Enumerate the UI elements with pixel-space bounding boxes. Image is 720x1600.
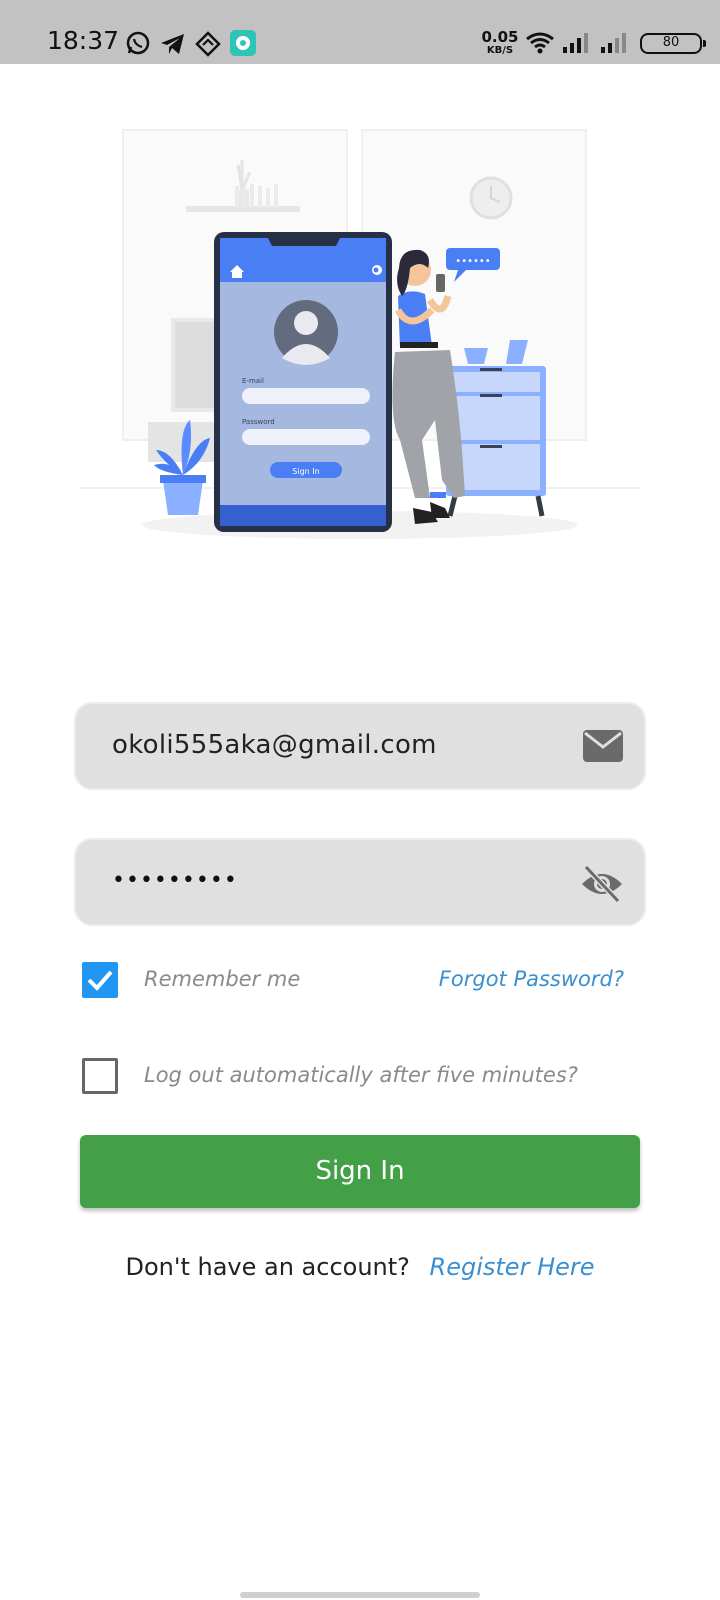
sign-in-button[interactable]: Sign In bbox=[80, 1135, 640, 1208]
forgot-password-link[interactable]: Forgot Password? bbox=[439, 967, 624, 991]
auto-logout-checkbox[interactable] bbox=[82, 1058, 118, 1094]
register-link[interactable]: Register Here bbox=[430, 1253, 595, 1281]
remember-me-label: Remember me bbox=[144, 967, 301, 991]
check-icon bbox=[87, 970, 113, 991]
net-speed: 0.05 KB/S bbox=[480, 30, 520, 56]
speech-bubble-text: •••••• bbox=[455, 256, 490, 267]
register-row: Don't have an account? Register Here bbox=[0, 1253, 720, 1281]
login-illustration: E-mail Password Sign In •••••• bbox=[80, 129, 640, 539]
visibility-off-icon[interactable] bbox=[580, 864, 624, 904]
auto-logout-label: Log out automatically after five minutes… bbox=[144, 1063, 578, 1087]
phone-password-label: Password bbox=[242, 418, 275, 426]
status-bar: 18:37 0.05 KB/S 80 bbox=[0, 0, 720, 64]
password-value: ••••••••• bbox=[112, 868, 238, 893]
location-app-icon bbox=[195, 31, 221, 57]
net-speed-value: 0.05 bbox=[481, 28, 519, 46]
whatsapp-icon bbox=[126, 31, 150, 55]
telegram-icon bbox=[161, 34, 184, 54]
mail-icon bbox=[583, 730, 623, 762]
remember-me-checkbox[interactable] bbox=[82, 962, 118, 998]
battery-icon: 80 bbox=[640, 33, 706, 54]
wifi-icon bbox=[526, 32, 554, 54]
teal-app-icon bbox=[230, 30, 256, 56]
net-speed-unit: KB/S bbox=[486, 45, 514, 56]
phone-email-label: E-mail bbox=[242, 377, 264, 385]
email-value: okoli555aka@gmail.com bbox=[112, 730, 437, 760]
password-field[interactable]: ••••••••• bbox=[74, 838, 646, 926]
phone-signin-label: Sign In bbox=[292, 467, 319, 476]
signal-icon bbox=[563, 33, 588, 53]
home-indicator[interactable] bbox=[240, 1592, 480, 1598]
signal-icon-2 bbox=[601, 33, 626, 53]
status-time: 18:37 bbox=[47, 26, 120, 55]
register-question: Don't have an account? bbox=[125, 1253, 410, 1281]
email-field[interactable]: okoli555aka@gmail.com bbox=[74, 702, 646, 790]
